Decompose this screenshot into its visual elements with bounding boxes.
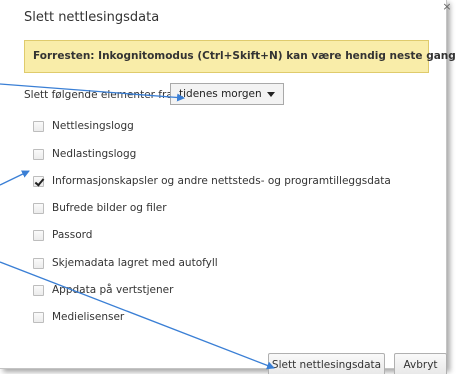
option-label: Passord: [52, 229, 93, 241]
checkmark-icon: [34, 176, 45, 187]
checkbox-cookies[interactable]: [33, 176, 45, 187]
checkbox-browsing-history[interactable]: [33, 121, 44, 132]
incognito-tip-infobar: Forresten: Inkognitomodus (Ctrl+Skift+N)…: [24, 40, 456, 73]
option-label: Bufrede bilder og filer: [52, 202, 167, 214]
checkbox-hosted-app-data[interactable]: [33, 285, 44, 296]
dropdown-arrow-icon: [267, 92, 275, 97]
dialog-title: Slett nettlesingsdata: [24, 10, 160, 25]
checkbox-download-history[interactable]: [33, 149, 44, 160]
infobar-text: Forresten: Inkognitomodus (Ctrl+Skift+N)…: [33, 50, 456, 62]
screenshot-stage: Slett nettlesingsdata × Forresten: Inkog…: [0, 0, 456, 374]
checkbox-autofill[interactable]: [33, 258, 44, 269]
option-label: Nettlesingslogg: [52, 120, 134, 132]
checkbox-media-licenses[interactable]: [33, 312, 44, 323]
time-range-selected-value: tidenes morgen: [179, 88, 262, 100]
cancel-button[interactable]: Avbryt: [394, 353, 447, 374]
time-range-label: Slett følgende elementer fra:: [24, 89, 177, 101]
clear-browsing-data-dialog: Slett nettlesingsdata × Forresten: Inkog…: [0, 0, 456, 369]
option-label: Medielisenser: [52, 311, 125, 323]
checkbox-cached-images[interactable]: [33, 203, 44, 214]
time-range-select[interactable]: tidenes morgen: [170, 83, 284, 105]
checkbox-passwords[interactable]: [33, 230, 44, 241]
option-label: Nedlastingslogg: [52, 148, 137, 160]
option-label: Informasjonskapsler og andre nettsteds- …: [52, 175, 391, 187]
option-label: Skjemadata lagret med autofyll: [52, 257, 218, 269]
close-icon[interactable]: ×: [440, 0, 454, 16]
option-label: Appdata på vertstjener: [52, 284, 174, 296]
clear-browsing-data-button[interactable]: Slett nettlesingsdata: [268, 353, 385, 374]
